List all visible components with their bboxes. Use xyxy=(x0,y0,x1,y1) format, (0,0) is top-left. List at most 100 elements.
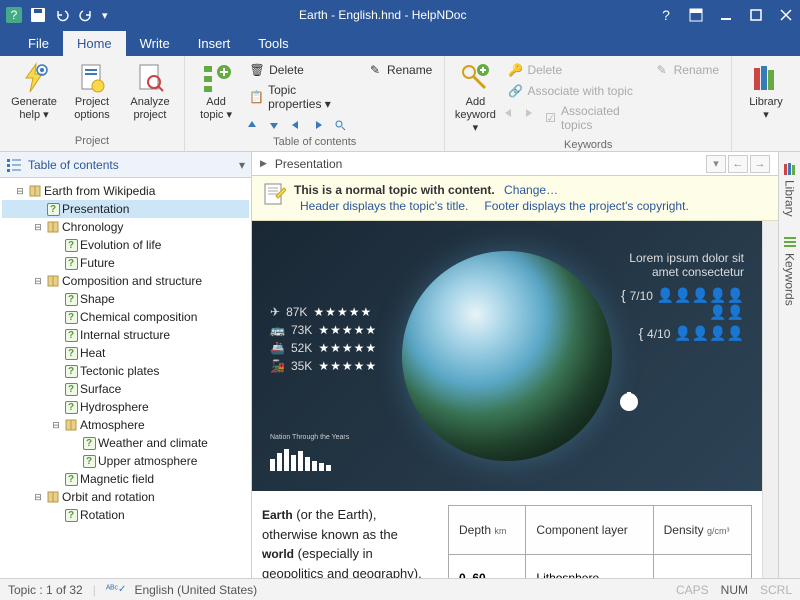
expander-icon[interactable] xyxy=(50,311,62,323)
ribbon-toggle-icon[interactable] xyxy=(688,7,704,23)
move-left-button[interactable] xyxy=(287,116,305,134)
associated-topics-button[interactable]: ☑Associated topics xyxy=(540,104,642,132)
move-right-button[interactable] xyxy=(309,116,327,134)
rename-keyword-button[interactable]: ✎Rename xyxy=(648,60,725,80)
minimize-icon[interactable] xyxy=(718,7,734,23)
key-add-icon xyxy=(459,62,491,94)
expander-icon[interactable] xyxy=(50,257,62,269)
infobar-header-link[interactable]: Header displays the topic's title. xyxy=(300,199,468,213)
tree-item[interactable]: ?Internal structure xyxy=(2,326,249,344)
project-options-button[interactable]: Project options xyxy=(64,58,120,126)
undo-icon[interactable] xyxy=(54,7,70,23)
sidebar-dropdown[interactable]: ▾ xyxy=(239,158,245,172)
spellcheck-icon[interactable]: ᴬᴮᶜ✓ xyxy=(106,584,127,595)
tree-item[interactable]: ⊟ Orbit and rotation xyxy=(2,488,249,506)
ribbon-group-keywords: Keywords xyxy=(451,139,725,153)
document-magnify-icon xyxy=(134,62,166,94)
move-down-button[interactable] xyxy=(265,116,283,134)
editor-area[interactable]: ✈87K★★★★★🚌73K★★★★★🚢52K★★★★★🚂35K★★★★★ Nat… xyxy=(252,221,762,578)
tree-item[interactable]: ?Magnetic field xyxy=(2,470,249,488)
breadcrumb-arrow-icon[interactable]: ▶ xyxy=(260,158,267,169)
analyze-project-button[interactable]: Analyze project xyxy=(122,58,178,126)
menu-file[interactable]: File xyxy=(14,31,63,56)
expander-icon[interactable]: ⊟ xyxy=(32,221,44,233)
tree-item[interactable]: ?Heat xyxy=(2,344,249,362)
find-topic-button[interactable] xyxy=(331,116,349,134)
associate-keyword-button[interactable]: 🔗Associate with topic xyxy=(501,81,641,101)
library-button[interactable]: Library ▾ xyxy=(738,58,794,126)
expander-icon[interactable] xyxy=(50,401,62,413)
tree-item[interactable]: ?Surface xyxy=(2,380,249,398)
expander-icon[interactable] xyxy=(50,347,62,359)
tree-item[interactable]: ⊟Composition and structure xyxy=(2,272,249,290)
generate-help-button[interactable]: Generate help ▾ xyxy=(6,58,62,126)
tree-item-label: Upper atmosphere xyxy=(98,454,197,468)
delete-topic-button[interactable]: 🗑Delete xyxy=(243,60,355,80)
expander-icon[interactable] xyxy=(50,293,62,305)
tree-item[interactable]: ?Chemical composition xyxy=(2,308,249,326)
expander-icon[interactable]: ⊟ xyxy=(50,419,62,431)
tree-item[interactable]: ?Hydrosphere xyxy=(2,398,249,416)
status-language[interactable]: English (United States) xyxy=(134,583,257,597)
check-icon: ☑ xyxy=(544,110,557,126)
sidebar-header: Table of contents ▾ xyxy=(0,152,251,178)
expander-icon[interactable] xyxy=(50,329,62,341)
tree-item[interactable]: ⊟Earth from Wikipedia xyxy=(2,182,249,200)
tree-item[interactable]: ⊟Atmosphere xyxy=(2,416,249,434)
save-icon[interactable] xyxy=(30,7,46,23)
expander-icon[interactable] xyxy=(50,239,62,251)
question-icon: ? xyxy=(64,346,78,360)
close-icon[interactable] xyxy=(778,7,794,23)
help-icon[interactable]: ? xyxy=(658,7,674,23)
expander-icon[interactable] xyxy=(50,383,62,395)
nav-forward-button[interactable]: → xyxy=(750,155,770,173)
toc-tree[interactable]: ⊟Earth from Wikipedia?Presentation⊟Chron… xyxy=(0,178,251,578)
menu-tools[interactable]: Tools xyxy=(244,31,302,56)
tree-item[interactable]: ⊟Chronology xyxy=(2,218,249,236)
editor-scrollbar[interactable] xyxy=(762,221,778,578)
breadcrumb-text[interactable]: Presentation xyxy=(275,157,342,171)
add-topic-button[interactable]: Add topic ▾ xyxy=(191,58,241,126)
topic-properties-button[interactable]: 📋Topic properties ▾ xyxy=(243,81,355,113)
hero-image: ✈87K★★★★★🚌73K★★★★★🚢52K★★★★★🚂35K★★★★★ Nat… xyxy=(252,221,762,491)
tree-item[interactable]: ?Presentation xyxy=(2,200,249,218)
prev-keyword-button[interactable] xyxy=(501,104,516,122)
tree-item[interactable]: ?Tectonic plates xyxy=(2,362,249,380)
next-keyword-button[interactable] xyxy=(521,104,536,122)
rail-keywords-tab[interactable]: Keywords xyxy=(783,231,797,310)
rail-library-tab[interactable]: Library xyxy=(783,158,797,221)
menu-write[interactable]: Write xyxy=(126,31,184,56)
tree-item[interactable]: ?Rotation xyxy=(2,506,249,524)
dropdown-button[interactable]: ▾ xyxy=(706,155,726,173)
menubar: File Home Write Insert Tools xyxy=(0,30,800,56)
expander-icon[interactable]: ⊟ xyxy=(32,275,44,287)
expander-icon[interactable] xyxy=(68,437,80,449)
tree-item-label: Internal structure xyxy=(80,328,170,342)
expander-icon[interactable] xyxy=(68,455,80,467)
expander-icon[interactable] xyxy=(50,473,62,485)
expander-icon[interactable]: ⊟ xyxy=(14,185,26,197)
expander-icon[interactable]: ⊟ xyxy=(32,491,44,503)
add-keyword-button[interactable]: Add keyword ▾ xyxy=(451,58,499,139)
maximize-icon[interactable] xyxy=(748,7,764,23)
menu-home[interactable]: Home xyxy=(63,31,126,56)
expander-icon[interactable] xyxy=(50,509,62,521)
tree-item[interactable]: ?Upper atmosphere xyxy=(2,452,249,470)
move-up-button[interactable] xyxy=(243,116,261,134)
body-text[interactable]: Earth (or the Earth), otherwise known as… xyxy=(262,505,432,578)
infobar-change-link[interactable]: Change… xyxy=(504,183,558,197)
tree-item[interactable]: ?Evolution of life xyxy=(2,236,249,254)
expander-icon[interactable] xyxy=(32,203,44,215)
expander-icon[interactable] xyxy=(50,365,62,377)
rename-topic-button[interactable]: ✎Rename xyxy=(361,60,438,80)
tree-item[interactable]: ?Weather and climate xyxy=(2,434,249,452)
tree-item-label: Evolution of life xyxy=(80,238,161,252)
infobar-footer-link[interactable]: Footer displays the project's copyright. xyxy=(484,199,688,213)
tree-item[interactable]: ?Future xyxy=(2,254,249,272)
redo-icon[interactable] xyxy=(78,7,94,23)
delete-keyword-button[interactable]: 🔑Delete xyxy=(501,60,641,80)
menu-insert[interactable]: Insert xyxy=(184,31,245,56)
tree-item[interactable]: ?Shape xyxy=(2,290,249,308)
nav-back-button[interactable]: ← xyxy=(728,155,748,173)
tree-item-label: Orbit and rotation xyxy=(62,490,155,504)
